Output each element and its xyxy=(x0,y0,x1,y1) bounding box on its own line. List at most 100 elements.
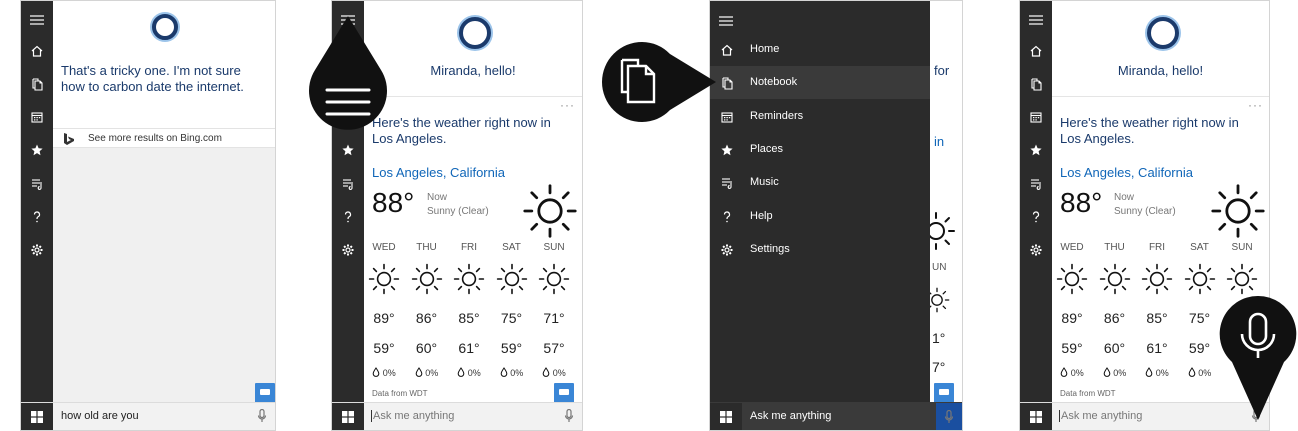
menu-item-reminders[interactable]: Reminders xyxy=(710,100,930,133)
forecast-day: SAT xyxy=(502,242,521,253)
menu-item-music[interactable]: Music xyxy=(710,166,930,199)
search-input[interactable]: Ask me anything xyxy=(1059,410,1142,422)
menu-item-notebook[interactable]: Notebook xyxy=(710,66,930,99)
settings-icon[interactable] xyxy=(21,239,53,259)
forecast-day: THU xyxy=(416,242,437,253)
microphone-icon[interactable] xyxy=(257,409,267,423)
feedback-icon[interactable] xyxy=(554,383,574,403)
sun-icon xyxy=(368,263,400,295)
weather-headline: Here's the weather right now in Los Ange… xyxy=(372,115,551,146)
music-icon[interactable] xyxy=(21,173,53,193)
windows-icon[interactable] xyxy=(21,403,53,430)
bing-results-link[interactable]: See more results on Bing.com xyxy=(53,128,275,148)
reminders-icon[interactable] xyxy=(21,106,53,126)
forecast-low: 61° xyxy=(1146,340,1168,356)
help-icon[interactable] xyxy=(1020,206,1052,226)
sun-icon xyxy=(1184,263,1216,295)
forecast-low: 59° xyxy=(1188,340,1211,356)
forecast-day: WED xyxy=(372,242,396,253)
droplet-icon xyxy=(1145,367,1153,377)
forecast-precip: 0% xyxy=(492,367,532,378)
settings-icon[interactable] xyxy=(332,239,364,259)
menu-item-places[interactable]: Places xyxy=(710,133,930,166)
forecast-day: FRI xyxy=(1148,242,1166,253)
current-temperature: 88° xyxy=(372,187,415,218)
hamburger-icon[interactable] xyxy=(719,13,733,31)
cortana-content: That's a tricky one. I'm not sure how to… xyxy=(53,1,275,403)
forecast-precip: 0% xyxy=(534,367,574,378)
windows-icon[interactable] xyxy=(710,403,742,430)
windows-icon[interactable] xyxy=(1020,403,1052,430)
help-icon[interactable] xyxy=(332,206,364,226)
forecast-precip: 0% xyxy=(364,367,404,378)
forecast-high: 75° xyxy=(500,310,523,326)
more-options-button[interactable]: ··· xyxy=(1248,98,1263,112)
search-input[interactable]: Ask me anything xyxy=(371,410,454,422)
now-label: Now xyxy=(427,192,448,203)
forecast-low: 60° xyxy=(415,340,438,356)
current-condition: Sunny (Clear) xyxy=(1114,206,1176,217)
places-icon[interactable] xyxy=(1020,139,1052,159)
notebook-callout xyxy=(602,42,716,122)
cortana-icon xyxy=(459,17,491,49)
forecast-precip: 0% xyxy=(1137,367,1177,378)
windows-icon[interactable] xyxy=(332,403,364,430)
search-query[interactable]: how old are you xyxy=(61,410,139,422)
music-icon[interactable] xyxy=(1020,173,1052,193)
help-icon[interactable] xyxy=(21,206,53,226)
sun-icon xyxy=(496,263,528,295)
hamburger-icon[interactable] xyxy=(1020,7,1052,27)
droplet-icon xyxy=(500,367,508,377)
help-icon xyxy=(720,210,734,224)
forecast-high: 85° xyxy=(1146,310,1168,326)
droplet-icon xyxy=(1188,367,1196,377)
more-options-button[interactable]: ··· xyxy=(560,98,575,112)
hamburger-icon[interactable] xyxy=(21,7,53,27)
microphone-icon xyxy=(944,410,954,424)
current-temperature: 88° xyxy=(1060,187,1103,218)
microphone-icon[interactable] xyxy=(564,409,574,423)
forecast-day: FRI xyxy=(460,242,478,253)
sun-icon xyxy=(538,263,570,295)
weather-location-link[interactable]: Los Angeles, California xyxy=(1060,165,1193,180)
home-icon[interactable] xyxy=(1020,40,1052,60)
notebook-icon[interactable] xyxy=(1020,73,1052,93)
microphone-callout xyxy=(1219,295,1297,420)
home-icon[interactable] xyxy=(21,40,53,60)
divider xyxy=(1052,96,1269,97)
cortana-content: Miranda, hello! ··· Here's the weather r… xyxy=(364,1,582,403)
reminders-icon[interactable] xyxy=(1020,106,1052,126)
feedback-icon[interactable] xyxy=(255,383,275,403)
sun-icon xyxy=(1141,263,1173,295)
cortana-panel-answer: That's a tricky one. I'm not sure how to… xyxy=(20,0,276,431)
feedback-icon[interactable] xyxy=(934,383,954,403)
sun-icon xyxy=(411,263,443,295)
cortana-icon xyxy=(1147,17,1179,49)
settings-icon[interactable] xyxy=(1020,239,1052,259)
forecast-precip: 0% xyxy=(1052,367,1092,378)
weather-location-link[interactable]: Los Angeles, California xyxy=(372,165,505,180)
forecast-low: 60° xyxy=(1103,340,1126,356)
search-input[interactable]: Ask me anything xyxy=(750,410,831,422)
places-icon[interactable] xyxy=(21,139,53,159)
menu-item-help[interactable]: Help xyxy=(710,200,930,233)
places-icon xyxy=(720,143,734,157)
hamburger-callout xyxy=(309,16,387,130)
sun-icon xyxy=(453,263,485,295)
menu-item-home[interactable]: Home xyxy=(710,33,930,66)
forecast-low: 61° xyxy=(458,340,480,356)
sun-icon xyxy=(1056,263,1088,295)
now-label: Now xyxy=(1114,192,1135,203)
taskbar: Ask me anything xyxy=(710,402,962,430)
music-icon[interactable] xyxy=(332,173,364,193)
microphone-button[interactable] xyxy=(936,403,962,430)
droplet-icon xyxy=(542,367,550,377)
droplet-icon xyxy=(415,367,423,377)
menu-item-settings[interactable]: Settings xyxy=(710,233,930,266)
forecast-day: SUN xyxy=(543,242,565,253)
bing-icon xyxy=(63,132,75,146)
notebook-icon[interactable] xyxy=(21,73,53,93)
cortana-reply: That's a tricky one. I'm not sure how to… xyxy=(61,63,244,94)
reminders-icon xyxy=(720,110,734,124)
forecast-precip: 0% xyxy=(1180,367,1220,378)
